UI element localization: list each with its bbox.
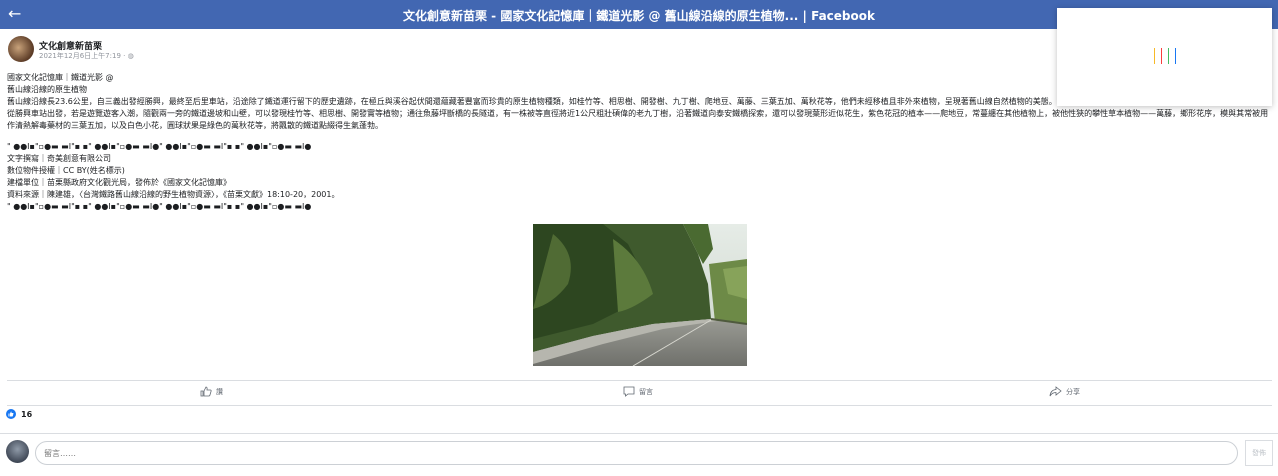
- thumbs-up-icon: [200, 386, 212, 397]
- post-comment-button[interactable]: 發佈: [1245, 440, 1273, 466]
- share-label: 分享: [1066, 387, 1080, 396]
- comment-input[interactable]: [35, 441, 1238, 465]
- post-line: " ●●I▪"▫●▬ ▬I"▪ ▪" ●●I▪"▫●▬ ▬I●" ●●I▪"▫●…: [7, 202, 312, 211]
- reaction-count: 16: [21, 409, 33, 419]
- post-actions: 讚 留言 分享: [7, 380, 1272, 406]
- comment-label: 留言: [639, 387, 653, 396]
- post-line: 從勝興車站出發，若是遊覽遊客入潮，隨觀兩一旁的鐵道邊坡和山壁，可以發現桂竹等、相…: [7, 109, 1269, 130]
- post-line: 數位物件授權｜CC BY(姓名標示): [7, 166, 125, 175]
- author-avatar[interactable]: [8, 36, 34, 62]
- like-reaction-icon: [6, 409, 16, 419]
- divider: [0, 433, 1278, 434]
- post-line: 舊山線沿線的原生植物: [7, 85, 87, 94]
- globe-icon: ◍: [127, 52, 134, 60]
- post-body: 國家文化記憶庫｜鐵道光影 @ 舊山線沿線的原生植物 舊山線沿線長23.6公里，自…: [7, 72, 1273, 213]
- share-button[interactable]: 分享: [1049, 386, 1080, 397]
- post-photo[interactable]: [533, 224, 747, 366]
- like-button[interactable]: 讚: [200, 386, 223, 397]
- like-label: 讚: [216, 387, 223, 396]
- post-line: 國家文化記憶庫｜鐵道光影 @: [7, 73, 114, 82]
- post-line: 資料來源｜陳建雄，〈台灣鐵路舊山線沿線的野生植物資源〉，《苗栗文獻》18:10-…: [7, 190, 340, 199]
- post-line: 建檔單位｜苗栗縣政府文化觀光局，發佈於《國家文化記憶庫》: [7, 178, 231, 187]
- railway-road-photo: [533, 224, 747, 366]
- post-line: 文字撰寫｜奇美創意有限公司: [7, 154, 111, 163]
- comment-icon: [623, 386, 635, 397]
- post-timestamp[interactable]: 2021年12月6日上午7:19: [39, 52, 121, 60]
- comment-button[interactable]: 留言: [623, 386, 653, 397]
- loading-spinner-icon: [1154, 48, 1178, 66]
- reaction-summary[interactable]: 16: [6, 409, 32, 419]
- post-meta: 2021年12月6日上午7:19 · ◍: [39, 51, 134, 61]
- post-line: " ●●I▪"▫●▬ ▬I"▪ ▪" ●●I▪"▫●▬ ▬I●" ●●I▪"▫●…: [7, 142, 312, 151]
- share-icon: [1049, 386, 1062, 397]
- post-line: 舊山線沿線長23.6公里，自三義出發經勝興，最終至后里車站，沿途除了鐵道運行留下…: [7, 97, 1057, 106]
- current-user-avatar: [6, 440, 29, 463]
